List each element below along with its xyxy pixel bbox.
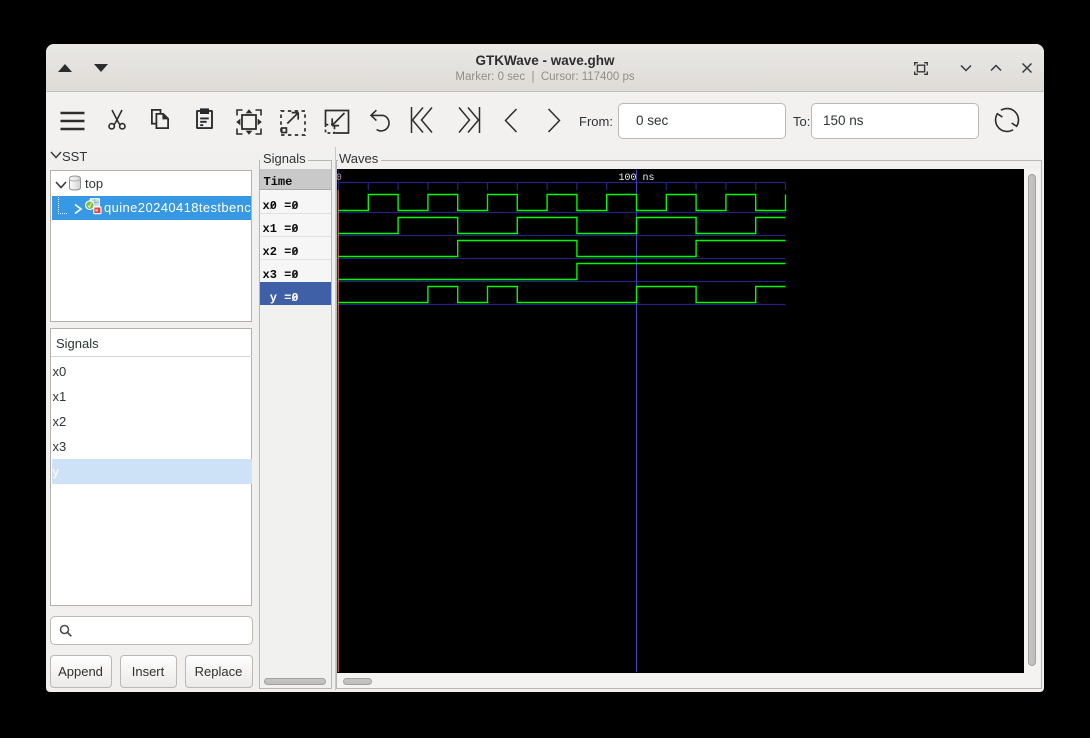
svg-text:100 ns: 100 ns xyxy=(619,172,655,183)
svg-text:0: 0 xyxy=(337,172,342,183)
